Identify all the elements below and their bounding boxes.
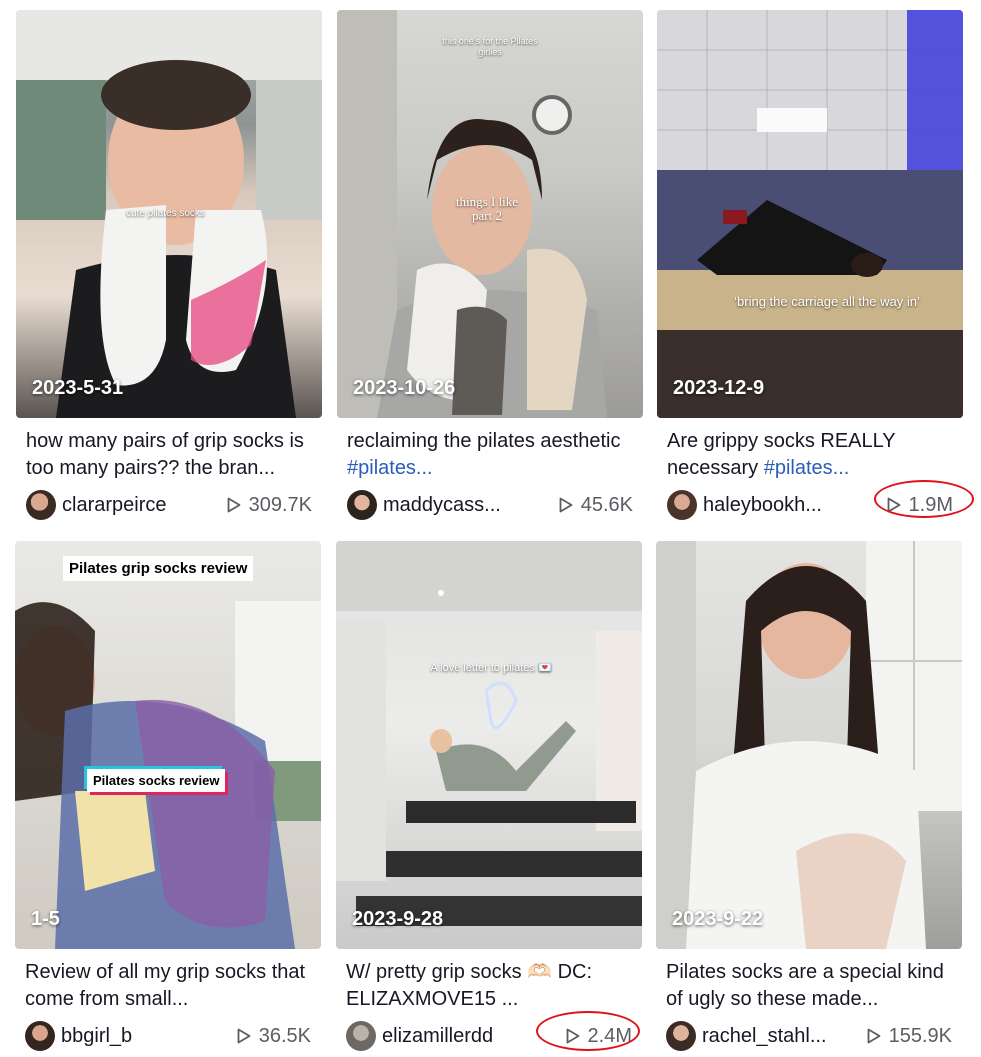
kitchen-scene	[656, 541, 962, 949]
video-caption[interactable]: how many pairs of grip socks is too many…	[16, 428, 322, 482]
video-overlay-text: Pilates socks review	[87, 769, 226, 792]
video-caption[interactable]: Pilates socks are a special kind of ugly…	[656, 959, 962, 1013]
video-thumbnail[interactable]: 2023-9-22	[656, 541, 962, 949]
video-overlay-text: ‘bring the carriage all the way in’	[734, 294, 920, 309]
video-meta: clararpeirce 309.7K	[16, 488, 322, 522]
hashtag-link[interactable]: #pilates...	[764, 457, 850, 479]
video-overlay-text: cute pilates socks	[126, 208, 205, 219]
avatar[interactable]	[26, 490, 56, 520]
video-date: 2023-5-31	[32, 377, 124, 399]
play-icon	[559, 497, 573, 513]
video-card[interactable]: cute pilates socks 2023-5-31 how many pa…	[16, 10, 322, 522]
video-card[interactable]: Pilates grip socks review Pilates socks …	[15, 541, 321, 1053]
avatar[interactable]	[666, 1021, 696, 1051]
view-count: 45.6K	[559, 494, 633, 517]
video-overlay-text: this one's for the Pilates girlies	[442, 36, 538, 57]
avatar[interactable]	[667, 490, 697, 520]
video-overlay-text: A love letter to pilates 💌	[430, 662, 552, 674]
video-date: 2023-10-26	[353, 377, 456, 399]
highlight-circle	[536, 1011, 640, 1051]
review-scene	[15, 601, 321, 949]
avatar[interactable]	[25, 1021, 55, 1051]
video-card[interactable]: this one's for the Pilates girlies thing…	[337, 10, 643, 522]
pilates-studio-scene	[657, 10, 963, 418]
video-card[interactable]: 2023-9-22 Pilates socks are a special ki…	[656, 541, 962, 1053]
video-date: 2023-9-28	[352, 908, 444, 930]
video-card[interactable]: A love letter to pilates 💌 2023-9-28 W/ …	[336, 541, 642, 1053]
view-count: 309.7K	[227, 494, 312, 517]
video-meta: maddycass... 45.6K	[337, 488, 643, 522]
video-overlay-text: things I like part 2	[455, 194, 519, 223]
video-caption[interactable]: Are grippy socks REALLY necessary #pilat…	[657, 428, 963, 482]
view-count: 155.9K	[867, 1025, 952, 1048]
play-icon	[237, 1028, 251, 1044]
play-icon	[227, 497, 241, 513]
video-thumbnail[interactable]: A love letter to pilates 💌 2023-9-28	[336, 541, 642, 949]
video-overlay-text: Pilates grip socks review	[63, 556, 254, 581]
username[interactable]: maddycass...	[383, 494, 559, 517]
hashtag-link[interactable]: #pilates...	[347, 457, 433, 479]
video-meta: rachel_stahl... 155.9K	[656, 1019, 962, 1053]
video-meta: bbgirl_b 36.5K	[15, 1019, 321, 1053]
video-thumbnail[interactable]: ‘bring the carriage all the way in’ 2023…	[657, 10, 963, 418]
video-date: 2023-9-22	[672, 908, 764, 930]
username[interactable]: bbgirl_b	[61, 1025, 237, 1048]
video-thumbnail[interactable]: Pilates grip socks review Pilates socks …	[15, 541, 321, 949]
video-date: 2023-12-9	[673, 377, 765, 399]
video-thumbnail[interactable]: this one's for the Pilates girlies thing…	[337, 10, 643, 418]
play-icon	[867, 1028, 881, 1044]
username[interactable]: haleybookh...	[703, 494, 887, 517]
view-count: 36.5K	[237, 1025, 311, 1048]
reformer-studio-scene	[336, 541, 642, 926]
video-caption[interactable]: Review of all my grip socks that come fr…	[15, 959, 321, 1013]
avatar[interactable]	[346, 1021, 376, 1051]
username[interactable]: clararpeirce	[62, 494, 227, 517]
video-caption[interactable]: reclaiming the pilates aesthetic #pilate…	[337, 428, 643, 482]
username[interactable]: rachel_stahl...	[702, 1025, 867, 1048]
avatar[interactable]	[347, 490, 377, 520]
video-card[interactable]: ‘bring the carriage all the way in’ 2023…	[657, 10, 963, 522]
highlight-circle	[874, 480, 974, 518]
video-caption[interactable]: W/ pretty grip socks 🫶🏻 DC: ELIZAXMOVE15…	[336, 959, 642, 1013]
video-thumbnail[interactable]: cute pilates socks 2023-5-31	[16, 10, 322, 418]
video-date: 1-5	[31, 908, 60, 930]
